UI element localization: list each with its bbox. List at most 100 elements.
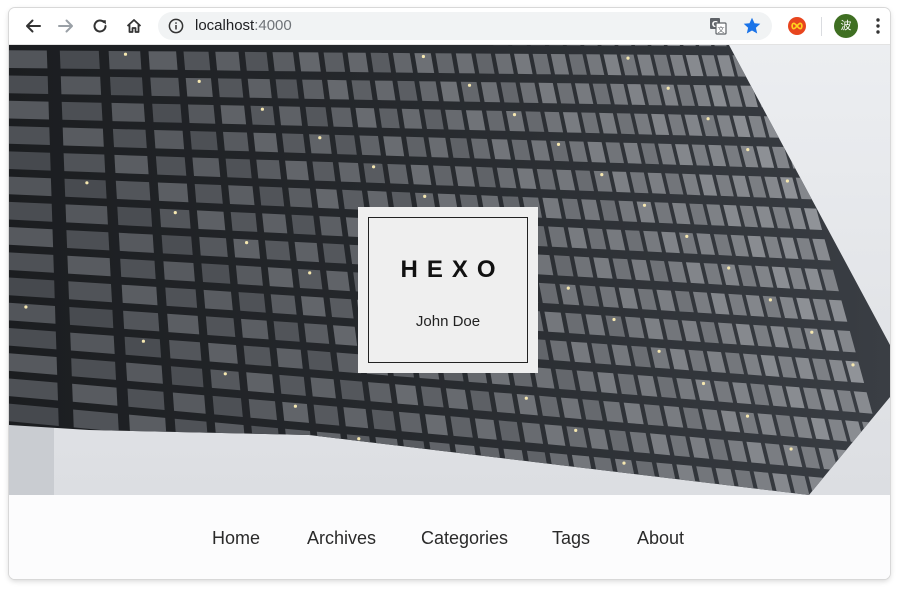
forward-button[interactable] — [53, 13, 79, 39]
facade-light — [123, 52, 128, 56]
facade-window — [208, 342, 238, 364]
facade-window — [59, 50, 100, 69]
facade-window — [228, 185, 255, 206]
facade-window — [279, 374, 306, 396]
infinity-extension-icon[interactable] — [787, 16, 807, 36]
facade-window — [112, 128, 147, 149]
nav-archives[interactable]: Archives — [307, 528, 376, 548]
facade-window — [115, 180, 151, 201]
back-button[interactable] — [20, 13, 46, 39]
facade-window — [157, 182, 189, 203]
info-icon[interactable] — [168, 18, 184, 34]
nav-categories[interactable]: Categories — [421, 528, 508, 548]
hero-banner: HEXO John Doe — [9, 45, 890, 495]
facade-window — [118, 232, 154, 253]
facade-light — [642, 203, 647, 207]
facade-window — [315, 188, 339, 209]
facade-window — [215, 51, 241, 71]
profile-avatar[interactable]: 波 — [834, 14, 858, 38]
facade-window — [188, 104, 216, 124]
facade-window — [291, 214, 316, 235]
facade-window — [248, 399, 277, 421]
browser-toolbar: localhost:4000 G 文 波 — [9, 8, 890, 45]
facade-window — [148, 51, 178, 70]
facade-window — [223, 131, 249, 152]
facade-window — [397, 80, 418, 101]
url-host: localhost — [195, 17, 255, 34]
facade-window — [301, 296, 326, 317]
facade-window — [433, 165, 454, 186]
facade-window — [326, 270, 350, 292]
facade-window — [126, 362, 163, 384]
nav-about[interactable]: About — [637, 528, 684, 548]
home-button[interactable] — [121, 13, 147, 39]
facade-window — [333, 325, 358, 346]
translate-icon[interactable]: G 文 — [709, 17, 727, 35]
nav-home[interactable]: Home — [212, 528, 260, 548]
facade-window — [259, 186, 285, 207]
facade-window — [410, 164, 432, 185]
star-icon[interactable] — [742, 16, 762, 36]
facade-window — [359, 135, 381, 156]
facade-light — [293, 404, 297, 408]
facade-window — [327, 79, 349, 100]
facade-light — [810, 330, 814, 334]
facade-window — [111, 102, 145, 122]
facade-window — [307, 350, 333, 372]
reload-icon — [93, 19, 107, 33]
facade-window — [493, 392, 516, 414]
facade-light — [626, 56, 630, 60]
facade-light — [622, 461, 626, 465]
facade-window — [253, 132, 278, 153]
facade-window — [288, 187, 313, 208]
facade-window — [294, 241, 319, 263]
facade-window — [247, 78, 272, 99]
facade-window — [127, 388, 165, 410]
facade-window — [275, 79, 299, 99]
url-text[interactable]: localhost:4000 — [195, 17, 292, 35]
facade-light — [566, 286, 570, 290]
facade-window — [123, 310, 160, 332]
facade-window — [110, 76, 144, 96]
facade-window — [334, 134, 357, 155]
facade-window — [183, 51, 211, 71]
facade-window — [420, 386, 444, 408]
site-title[interactable]: HEXO — [369, 256, 527, 284]
browser-window: localhost:4000 G 文 波 HEXO John Doe Home … — [9, 8, 890, 579]
facade-window — [374, 80, 396, 101]
facade-light — [524, 396, 528, 400]
facade-window — [190, 131, 218, 151]
facade-light — [556, 142, 561, 146]
facade-window — [152, 103, 182, 123]
facade-light — [467, 83, 472, 87]
nav-tags[interactable]: Tags — [552, 528, 590, 548]
facade-window — [282, 133, 306, 154]
facade-window — [9, 175, 52, 197]
facade-light — [745, 414, 750, 418]
facade-window — [203, 289, 233, 311]
home-icon — [126, 19, 142, 33]
facade-window — [329, 297, 354, 319]
facade-window — [68, 281, 112, 303]
reload-button[interactable] — [87, 13, 113, 39]
facade-light — [24, 305, 28, 309]
facade-window — [114, 154, 149, 175]
facade-window — [9, 75, 49, 94]
facade-window — [62, 127, 104, 147]
facade-window — [64, 178, 107, 199]
facade-window — [278, 106, 303, 126]
facade-light — [851, 363, 855, 367]
facade-window — [243, 345, 272, 367]
facade-window — [343, 407, 369, 429]
facade-window — [9, 100, 49, 120]
site-logo-card[interactable]: HEXO John Doe — [358, 207, 538, 373]
facade-light — [173, 211, 177, 215]
kebab-menu-icon[interactable] — [871, 17, 885, 35]
facade-window — [217, 78, 244, 98]
facade-window — [121, 284, 158, 306]
facade-window — [298, 52, 321, 72]
facade-light — [197, 79, 201, 83]
address-bar[interactable]: localhost:4000 G 文 — [158, 12, 772, 40]
facade-window — [355, 107, 377, 128]
facade-window — [225, 158, 252, 179]
